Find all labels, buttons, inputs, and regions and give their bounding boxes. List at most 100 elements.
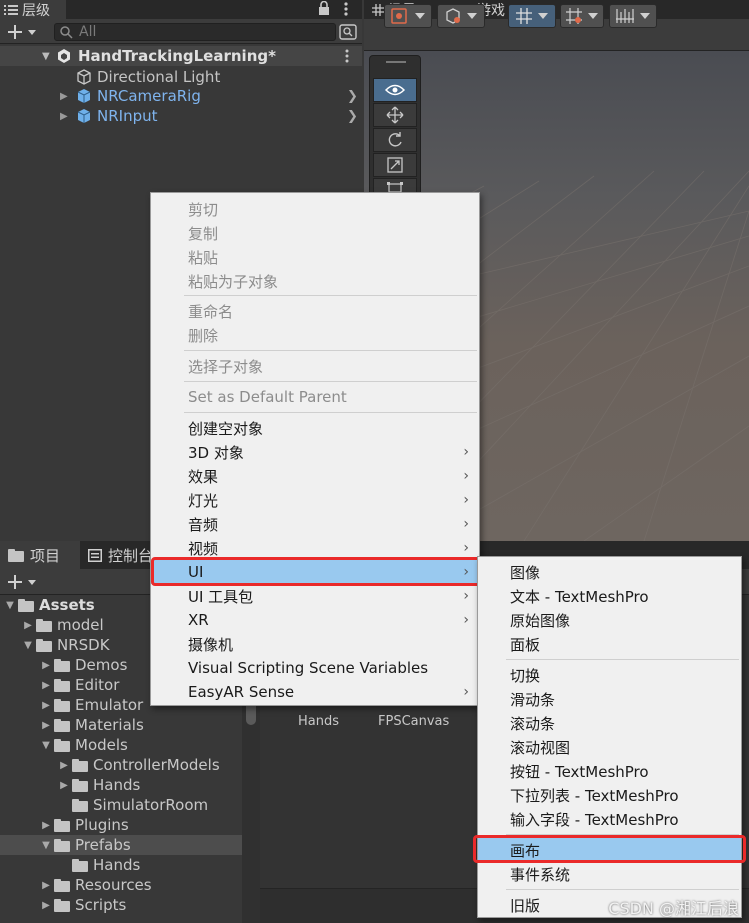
folder-row-model[interactable]: ▶ model xyxy=(0,615,104,635)
tab-hierarchy[interactable]: 层级 xyxy=(0,0,66,19)
scale-tool-button[interactable] xyxy=(373,153,417,177)
menu-item-audio[interactable]: 音频 › xyxy=(151,512,479,536)
folder-row-simulatorroom[interactable]: SimulatorRoom xyxy=(0,795,208,815)
submenu-arrow-icon: › xyxy=(463,564,469,580)
asset-hands[interactable]: Hands xyxy=(298,714,339,729)
menu-item-easyar-sense[interactable]: EasyAR Sense › xyxy=(151,680,479,704)
folder-row-models[interactable]: ▼ Models xyxy=(0,735,128,755)
hierarchy-item-nrcamerarig[interactable]: ▶ NRCameraRig xyxy=(60,86,201,106)
folder-row-resources[interactable]: ▶ Resources xyxy=(0,875,151,895)
menu-item-xr[interactable]: XR › xyxy=(151,608,479,632)
search-scope-icon[interactable] xyxy=(339,24,357,40)
folder-row-nrsdk[interactable]: ▼ NRSDK xyxy=(0,635,109,655)
create-asset-button[interactable] xyxy=(8,574,38,590)
view-tool-button[interactable] xyxy=(373,78,417,102)
menu-item-create-empty[interactable]: 创建空对象 xyxy=(151,416,479,440)
submenu-item-raw-image[interactable]: 原始图像 xyxy=(478,608,741,632)
draw-mode-dropdown[interactable] xyxy=(384,4,432,28)
tab-console[interactable]: 控制台 xyxy=(88,541,153,569)
menu-item-select-children[interactable]: 选择子对象 xyxy=(151,354,479,378)
snap-dropdown[interactable] xyxy=(560,4,604,28)
shading-dropdown[interactable] xyxy=(437,4,485,28)
submenu-item-dropdown-tmp[interactable]: 下拉列表 - TextMeshPro xyxy=(478,783,741,807)
add-object-button[interactable] xyxy=(8,24,38,40)
folder-row-hands[interactable]: ▶ Hands xyxy=(0,775,140,795)
submenu-item-scroll-view[interactable]: 滚动视图 xyxy=(478,735,741,759)
menu-item-video[interactable]: 视频 › xyxy=(151,536,479,560)
scene-menu-icon[interactable] xyxy=(344,48,350,64)
expand-arrow-icon[interactable]: ▶ xyxy=(58,760,70,771)
menu-item-effects[interactable]: 效果 › xyxy=(151,464,479,488)
expand-arrow-icon[interactable]: ▶ xyxy=(40,660,52,671)
menu-item-label: Set as Default Parent xyxy=(188,388,347,406)
lock-icon[interactable] xyxy=(318,1,330,16)
menu-item-camera[interactable]: 摄像机 xyxy=(151,632,479,656)
submenu-item-scrollbar[interactable]: 滚动条 xyxy=(478,711,741,735)
expand-arrow-icon[interactable]: ▶ xyxy=(40,900,52,911)
asset-fpscanvas[interactable]: FPSCanvas xyxy=(378,714,449,729)
expand-arrow-icon[interactable]: ▶ xyxy=(40,700,52,711)
submenu-item-toggle[interactable]: 切换 xyxy=(478,663,741,687)
menu-item-label: 灯光 xyxy=(188,491,219,510)
folder-row-prefabs-hands[interactable]: Hands xyxy=(0,855,140,875)
submenu-item-text-tmp[interactable]: 文本 - TextMeshPro xyxy=(478,584,741,608)
menu-item-visual-scripting-vars[interactable]: Visual Scripting Scene Variables xyxy=(151,656,479,680)
menu-item-delete[interactable]: 删除 xyxy=(151,323,479,347)
expand-arrow-icon[interactable]: ▼ xyxy=(4,600,16,611)
folder-row-editor[interactable]: ▶ Editor xyxy=(0,675,119,695)
menu-item-rename[interactable]: 重命名 xyxy=(151,299,479,323)
expand-arrow-icon[interactable]: ▼ xyxy=(40,840,52,851)
menu-item-3d-object[interactable]: 3D 对象 › xyxy=(151,440,479,464)
expand-arrow-icon[interactable]: ▶ xyxy=(60,91,76,102)
menu-item-set-default-parent[interactable]: Set as Default Parent xyxy=(151,385,479,409)
increment-snap-dropdown[interactable] xyxy=(609,4,657,28)
menu-item-copy[interactable]: 复制 xyxy=(151,221,479,245)
hierarchy-item-nrinput[interactable]: ▶ NRInput xyxy=(60,106,157,126)
expand-arrow-icon[interactable]: ▼ xyxy=(42,51,56,62)
rotate-tool-button[interactable] xyxy=(373,128,417,152)
folder-row-demos[interactable]: ▶ Demos xyxy=(0,655,127,675)
menu-separator xyxy=(184,350,477,351)
expand-arrow-icon[interactable]: ▶ xyxy=(58,780,70,791)
folder-row-materials[interactable]: ▶ Materials xyxy=(0,715,144,735)
folder-row-emulator[interactable]: ▶ Emulator xyxy=(0,695,143,715)
folder-row-plugins[interactable]: ▶ Plugins xyxy=(0,815,129,835)
menu-item-ui[interactable]: UI › xyxy=(151,560,479,584)
move-tool-button[interactable] xyxy=(373,103,417,127)
more-options-icon[interactable] xyxy=(343,1,349,17)
submenu-item-panel[interactable]: 面板 xyxy=(478,632,741,656)
prefab-open-icon[interactable]: ❯ xyxy=(347,89,358,104)
expand-arrow-icon[interactable]: ▶ xyxy=(40,880,52,891)
expand-arrow-icon[interactable]: ▶ xyxy=(22,620,34,631)
submenu-item-event-system[interactable]: 事件系统 xyxy=(478,862,741,886)
submenu-item-slider[interactable]: 滑动条 xyxy=(478,687,741,711)
tab-project[interactable]: 项目 xyxy=(0,541,80,569)
menu-item-cut[interactable]: 剪切 xyxy=(151,197,479,221)
folder-row-assets[interactable]: ▼ Assets xyxy=(0,595,95,615)
folder-row-controllermodels[interactable]: ▶ ControllerModels xyxy=(0,755,220,775)
hierarchy-item-directional-light[interactable]: Directional Light xyxy=(76,67,220,87)
submenu-item-input-field-tmp[interactable]: 输入字段 - TextMeshPro xyxy=(478,807,741,831)
prefab-open-icon[interactable]: ❯ xyxy=(347,109,358,124)
menu-item-paste[interactable]: 粘贴 xyxy=(151,245,479,269)
gizmo-toggle-dropdown[interactable] xyxy=(508,4,556,28)
snap-icon xyxy=(566,8,582,24)
expand-arrow-icon[interactable]: ▶ xyxy=(40,820,52,831)
submenu-item-image[interactable]: 图像 xyxy=(478,560,741,584)
menu-item-ui-toolkit[interactable]: UI 工具包 › xyxy=(151,584,479,608)
expand-arrow-icon[interactable]: ▶ xyxy=(60,111,76,122)
expand-arrow-icon[interactable]: ▶ xyxy=(40,720,52,731)
menu-separator xyxy=(506,889,739,890)
folder-row-prefabs[interactable]: ▼ Prefabs xyxy=(0,835,131,855)
menu-item-light[interactable]: 灯光 › xyxy=(151,488,479,512)
expand-arrow-icon[interactable]: ▶ xyxy=(40,680,52,691)
hierarchy-search-input[interactable]: All xyxy=(54,23,336,41)
expand-arrow-icon[interactable]: ▼ xyxy=(40,740,52,751)
folder-row-scripts[interactable]: ▶ Scripts xyxy=(0,895,126,915)
submenu-item-canvas[interactable]: 画布 xyxy=(478,838,741,862)
menu-item-paste-as-child[interactable]: 粘贴为子对象 xyxy=(151,269,479,293)
submenu-item-button-tmp[interactable]: 按钮 - TextMeshPro xyxy=(478,759,741,783)
expand-arrow-icon[interactable]: ▼ xyxy=(22,640,34,651)
folder-label: Materials xyxy=(75,716,144,734)
drag-handle[interactable] xyxy=(386,61,406,63)
